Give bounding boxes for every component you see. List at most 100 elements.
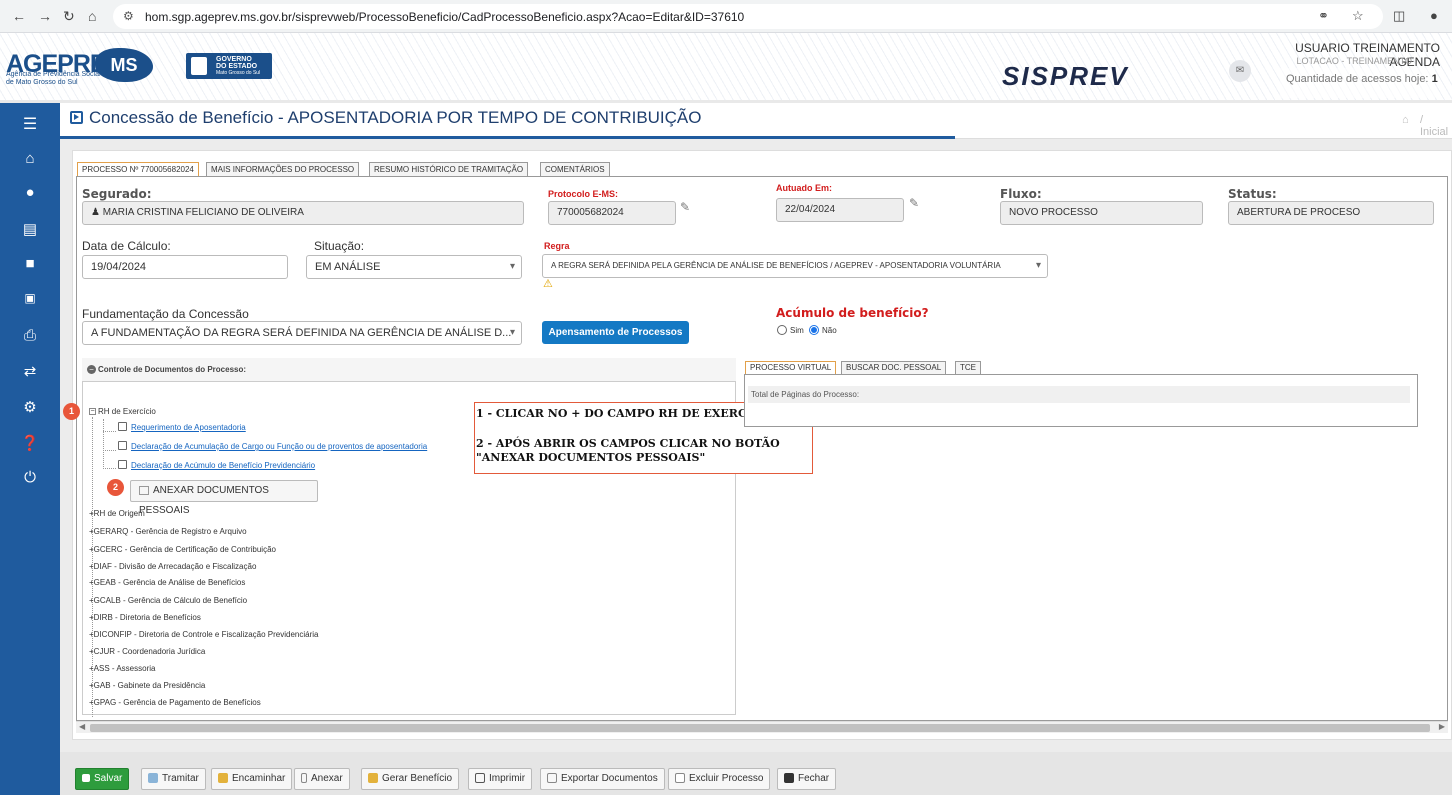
- bookmark-star-icon[interactable]: ☆: [1352, 8, 1364, 24]
- tree-node-group[interactable]: +DICONFIP - Diretoria de Controle e Fisc…: [89, 630, 319, 639]
- autuado-label: Autuado Em:: [776, 183, 832, 193]
- tree-node-group[interactable]: +CJUR - Coordenadoria Jurídica: [89, 647, 205, 656]
- edit-autuado-icon[interactable]: ✎: [909, 196, 919, 210]
- status-field[interactable]: ABERTURA DE PROCESO: [1228, 201, 1434, 225]
- group-label: CJUR - Coordenadoria Jurídica: [93, 647, 206, 656]
- protocolo-field[interactable]: 770005682024: [548, 201, 676, 225]
- tree-node-group[interactable]: +GCALB - Gerência de Cálculo de Benefíci…: [89, 596, 247, 605]
- users-icon[interactable]: ●: [0, 184, 60, 201]
- document-icon[interactable]: ▤: [0, 220, 60, 238]
- scrollbar-thumb[interactable]: [90, 724, 1430, 732]
- autuado-field[interactable]: 22/04/2024: [776, 198, 904, 222]
- anexar-documentos-button[interactable]: ANEXAR DOCUMENTOS PESSOAIS: [130, 480, 318, 516]
- tree-node-rh-exercicio[interactable]: − RH de Exercício: [89, 407, 156, 416]
- apensamento-button[interactable]: Apensamento de Processos: [542, 321, 689, 344]
- doc-checkbox[interactable]: [118, 460, 127, 469]
- tab-resumo-historico[interactable]: RESUMO HISTÓRICO DE TRAMITAÇÃO: [369, 162, 529, 177]
- tab-mais-informacoes[interactable]: MAIS INFORMAÇÕES DO PROCESSO: [206, 162, 360, 177]
- doc-link-declaracao-beneficio[interactable]: Declaração de Acúmulo de Benefício Previ…: [131, 461, 315, 470]
- segurado-label: Segurado:: [82, 187, 152, 201]
- tab-processo-virtual[interactable]: PROCESSO VIRTUAL: [745, 361, 837, 375]
- reload-icon[interactable]: ↻: [63, 8, 75, 25]
- regra-select[interactable]: A REGRA SERÁ DEFINIDA PELA GERÊNCIA DE A…: [542, 254, 1048, 278]
- tab-tce[interactable]: TCE: [955, 361, 981, 375]
- excluir-processo-label: Excluir Processo: [689, 773, 764, 784]
- tree-node-group[interactable]: +GAB - Gabinete da Presidência: [89, 681, 205, 690]
- doc-checkbox[interactable]: [118, 441, 127, 450]
- collapse-minus-icon[interactable]: −: [89, 408, 96, 416]
- group-label: DICONFIP - Diretoria de Controle e Fisca…: [93, 630, 319, 639]
- data-calculo-input[interactable]: 19/04/2024: [82, 255, 288, 279]
- gerar-beneficio-button[interactable]: Gerar Benefício: [361, 768, 460, 790]
- tree-node-group[interactable]: +RH de Origem: [89, 509, 145, 518]
- tramitar-button[interactable]: Tramitar: [141, 768, 206, 790]
- tree-line: [103, 468, 116, 469]
- gerar-beneficio-icon: [368, 773, 378, 784]
- mail-icon[interactable]: ✉: [1229, 60, 1251, 82]
- imprimir-label: Imprimir: [489, 773, 526, 784]
- tab-buscar-doc-pessoal[interactable]: BUSCAR DOC. PESSOAL: [841, 361, 947, 375]
- tree-node-group[interactable]: +GPAG - Gerência de Pagamento de Benefíc…: [89, 698, 261, 707]
- tree-node-group[interactable]: +GERARQ - Gerência de Registro e Arquivo: [89, 527, 247, 536]
- power-icon[interactable]: ⏻: [0, 469, 60, 486]
- group-label: RH de Origem: [93, 509, 145, 518]
- imprimir-button[interactable]: Imprimir: [468, 768, 533, 790]
- access-count: Quantidade de acessos hoje: 1: [1286, 73, 1438, 85]
- home-icon[interactable]: ⌂: [0, 150, 60, 167]
- tab-comentarios[interactable]: COMENTÁRIOS: [540, 162, 610, 177]
- acumulo-sim-label: Sim: [790, 326, 804, 335]
- breadcrumb-home-icon[interactable]: ⌂: [1402, 114, 1409, 126]
- site-info-icon[interactable]: ⚙: [123, 9, 134, 23]
- breadcrumb[interactable]: / Inicial: [1420, 114, 1452, 138]
- acumulo-nao-radio[interactable]: [809, 325, 819, 335]
- encaminhar-button[interactable]: Encaminhar: [211, 768, 293, 790]
- money-icon[interactable]: ▣: [0, 291, 60, 305]
- profile-icon[interactable]: ●: [1430, 8, 1438, 23]
- home-browser-icon[interactable]: ⌂: [88, 8, 96, 24]
- tree-node-group[interactable]: +DIRB - Diretoria de Benefícios: [89, 613, 201, 622]
- segurado-field[interactable]: ♟ MARIA CRISTINA FELICIANO DE OLIVEIRA: [82, 201, 524, 225]
- page-title: Concessão de Benefício - APOSENTADORIA P…: [89, 108, 702, 127]
- archive-icon[interactable]: ■: [0, 255, 60, 272]
- situacao-select[interactable]: EM ANÁLISE: [306, 255, 522, 279]
- menu-icon[interactable]: ☰: [0, 114, 60, 134]
- tab-processo[interactable]: PROCESSO Nº 770005682024: [77, 162, 199, 177]
- anexar-button[interactable]: Anexar: [294, 768, 350, 790]
- tree-node-group[interactable]: +ASS - Assessoria: [89, 664, 155, 673]
- help-icon[interactable]: ❓: [0, 434, 60, 452]
- save-button[interactable]: Salvar: [75, 768, 130, 790]
- excluir-processo-button[interactable]: Excluir Processo: [668, 768, 771, 790]
- doc-checkbox[interactable]: [118, 422, 127, 431]
- edit-protocolo-icon[interactable]: ✎: [680, 200, 690, 214]
- doc-link-declaracao-acumulacao[interactable]: Declaração de Acumulação de Cargo ou Fun…: [131, 442, 427, 451]
- gov-logo-line3: Mato Grosso do Sul: [216, 70, 261, 76]
- tramitar-icon: [148, 773, 158, 784]
- scroll-left-icon[interactable]: ◀: [79, 722, 85, 731]
- password-key-icon[interactable]: ⚭: [1318, 8, 1329, 24]
- forward-icon[interactable]: →: [38, 8, 52, 24]
- back-icon[interactable]: ←: [12, 8, 26, 24]
- tree-node-group[interactable]: +GEAB - Gerência de Análise de Benefício…: [89, 578, 245, 587]
- scroll-right-icon[interactable]: ▶: [1439, 722, 1445, 731]
- status-label: Status:: [1228, 187, 1277, 201]
- horizontal-scrollbar[interactable]: ◀ ▶: [76, 721, 1448, 733]
- tree-node-group[interactable]: +GCERC - Gerência de Certificação de Con…: [89, 545, 276, 554]
- settings-icon[interactable]: ⚙: [0, 398, 60, 416]
- address-bar[interactable]: ⚙ hom.sgp.ageprev.ms.gov.br/sisprevweb/P…: [113, 4, 1383, 29]
- data-calculo-label: Data de Cálculo:: [82, 239, 171, 253]
- tree-node-group[interactable]: +DIAF - Divisão de Arrecadação e Fiscali…: [89, 562, 256, 571]
- extensions-icon[interactable]: ◫: [1393, 8, 1405, 24]
- tree-line: [103, 431, 116, 432]
- fluxo-field[interactable]: NOVO PROCESSO: [1000, 201, 1203, 225]
- exportar-documentos-button[interactable]: Exportar Documentos: [540, 768, 665, 790]
- acumulo-sim-radio[interactable]: [777, 325, 787, 335]
- group-label: GEAB - Gerência de Análise de Benefícios: [93, 578, 246, 587]
- transfer-icon[interactable]: ⇄: [0, 362, 60, 380]
- title-bar: Concessão de Benefício - APOSENTADORIA P…: [60, 103, 1452, 139]
- fechar-button[interactable]: Fechar: [777, 768, 837, 790]
- government-logo-text: GOVERNO DO ESTADO Mato Grosso do Sul: [216, 56, 260, 77]
- fundamentacao-select[interactable]: A FUNDAMENTAÇÃO DA REGRA SERÁ DEFINIDA N…: [82, 321, 522, 345]
- print-icon[interactable]: ⎙: [0, 327, 60, 344]
- collapse-icon[interactable]: −: [87, 365, 96, 374]
- doc-link-requerimento[interactable]: Requerimento de Aposentadoria: [131, 423, 246, 432]
